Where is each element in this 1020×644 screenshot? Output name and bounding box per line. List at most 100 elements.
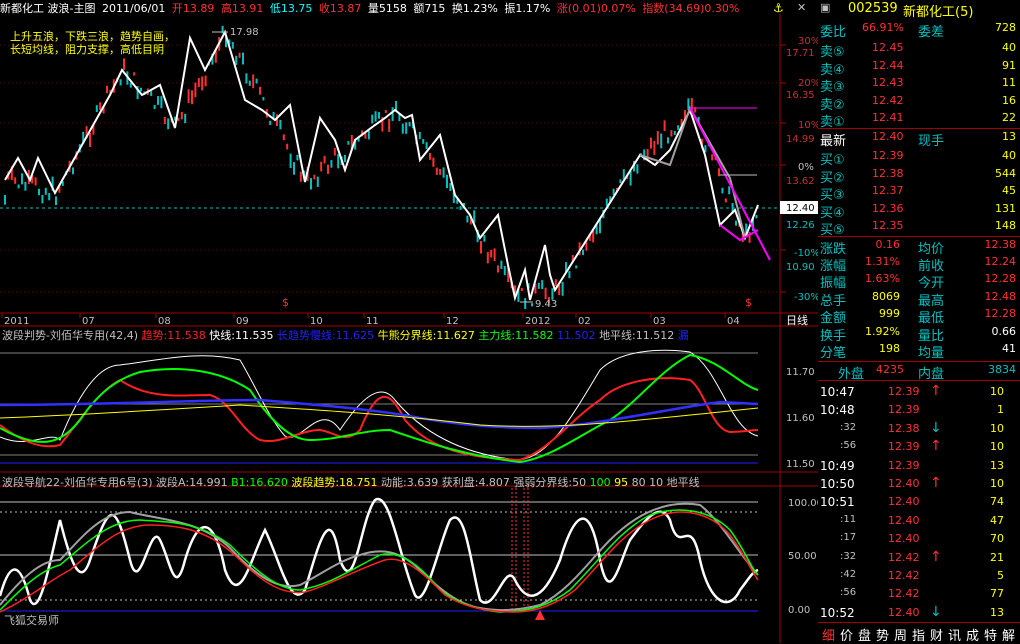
close-icon[interactable]: ✕	[797, 1, 806, 14]
wave-line-magenta	[689, 107, 771, 261]
bottom-tab[interactable]: 成	[966, 625, 979, 644]
svg-text:-30%: -30%	[794, 292, 818, 303]
panel2-legend-item: B1:16.620	[231, 476, 292, 488]
tick-price: 12.39	[888, 440, 920, 454]
bottom-tab[interactable]: 讯	[948, 625, 961, 644]
candlesticks	[4, 25, 758, 309]
candle	[180, 111, 183, 120]
candle	[636, 164, 639, 174]
candle	[439, 168, 442, 175]
bottom-tab[interactable]: 细	[822, 625, 835, 644]
candle	[41, 195, 44, 204]
tick-volume: 21	[990, 550, 1004, 564]
svg-text:10%: 10%	[798, 120, 818, 131]
candle	[293, 162, 295, 175]
candle	[157, 96, 159, 105]
stat-value: 12.24	[984, 254, 1017, 268]
tick-row: 10:47 12.39 ↑ 10	[818, 383, 1020, 401]
candle	[721, 187, 724, 194]
bottom-tab[interactable]: 势	[876, 625, 889, 644]
tick-volume: 13	[990, 605, 1004, 619]
chart-area[interactable]: 17.98 9.43 上升五浪，下跌三浪，趋势自画， 长短均线，阻力支撑，高低目…	[0, 0, 818, 643]
tick-time: :32	[840, 550, 857, 562]
candle	[735, 220, 737, 226]
candle	[541, 280, 544, 290]
svg-text:2011: 2011	[4, 316, 29, 327]
candle	[673, 130, 676, 136]
bottom-tab[interactable]: 价	[840, 625, 853, 644]
candle	[537, 282, 540, 289]
tick-volume: 10	[990, 421, 1004, 435]
stat-row: 总手 8069 最高 12.48	[818, 289, 1020, 309]
row-volume: 544	[995, 166, 1016, 180]
candle	[435, 167, 438, 175]
candle	[282, 134, 285, 141]
panel2-legend-item: 95	[614, 476, 632, 488]
svg-text:0.00: 0.00	[788, 605, 810, 616]
candle	[446, 174, 448, 189]
bottom-tab[interactable]: 特	[984, 625, 997, 644]
candle	[425, 142, 428, 150]
candle	[187, 89, 190, 104]
row-price: 12.37	[872, 184, 904, 197]
tick-list[interactable]: 10:47 12.39 ↑ 10 10:48 12.39 1:32 12.38 ↓ 10:56 12…	[818, 380, 1020, 621]
expand-icon[interactable]: ▣	[820, 1, 830, 14]
candle	[408, 121, 411, 127]
diff-value: 728	[995, 21, 1016, 34]
bottom-tab[interactable]: 指	[912, 625, 925, 644]
row-volume: 91	[1002, 58, 1016, 72]
candle	[480, 240, 482, 254]
candle	[724, 198, 727, 203]
tick-direction-icon: ↑	[930, 383, 942, 399]
bottom-tab[interactable]: 解	[1002, 625, 1015, 644]
bid-row: 买⑤ 12.35 148	[818, 218, 1020, 238]
candle	[248, 80, 251, 86]
row-volume: 40	[1002, 149, 1016, 162]
panel2-axis: 100.00 50.00 0.00	[788, 498, 818, 616]
anchor-icon[interactable]: ⚓	[773, 1, 784, 15]
bottom-tab[interactable]: 周	[894, 625, 907, 644]
period-label[interactable]: 日线	[786, 313, 808, 327]
svg-text:2012: 2012	[525, 316, 550, 327]
candle	[388, 118, 391, 132]
ask-row: 卖① 12.41 22	[818, 110, 1020, 130]
candle	[140, 87, 142, 92]
panel1-legend-item: 快线:11.535	[209, 329, 277, 341]
stock-code: 002539	[848, 1, 898, 16]
bottom-tab[interactable]: 盘	[858, 625, 871, 644]
marker-1: $	[282, 296, 289, 309]
row-volume: 148	[995, 219, 1016, 232]
bottom-tab[interactable]: 财	[930, 625, 943, 644]
panel2-legend-item: 波段趋势:18.751	[291, 476, 382, 488]
candle	[422, 139, 425, 144]
stat-value: 12.38	[984, 238, 1017, 251]
tick-volume: 10	[990, 477, 1004, 490]
panel2-legend-item: 80	[631, 476, 650, 488]
candle	[323, 155, 326, 164]
stock-name: 新都化工(5)	[903, 5, 974, 20]
panel1-title[interactable]: 波段判势-刘佰华专用(42,4)	[2, 329, 138, 341]
row-volume: 22	[1002, 111, 1016, 124]
candle	[242, 52, 244, 65]
candle	[418, 131, 421, 140]
candle	[34, 177, 37, 186]
ratio-label: 委比	[820, 25, 847, 40]
tick-time: 10:52	[820, 605, 855, 620]
panel1-legend-item: 11.502	[557, 329, 600, 341]
tick-direction-icon: ↑	[930, 475, 942, 491]
stat-value: 12.48	[984, 289, 1017, 303]
stat-value: 12.28	[984, 307, 1017, 320]
ask-row: 卖④ 12.44 91	[818, 58, 1020, 78]
panel2-title[interactable]: 波段导航22-刘佰华专用6号(3)	[2, 476, 153, 488]
candle	[367, 130, 370, 140]
svg-text:30%: 30%	[798, 36, 818, 47]
row-price: 12.39	[872, 149, 904, 162]
candle	[503, 265, 506, 276]
tick-price: 12.40	[888, 605, 920, 619]
candle	[497, 265, 499, 273]
candle	[500, 260, 503, 269]
stat-row: 金额 999 最低 12.28	[818, 306, 1020, 326]
panel1-legend-item: 长趋势慢线:11.625	[276, 329, 378, 341]
candle	[320, 161, 323, 172]
stat-value: 0.66	[991, 324, 1017, 338]
